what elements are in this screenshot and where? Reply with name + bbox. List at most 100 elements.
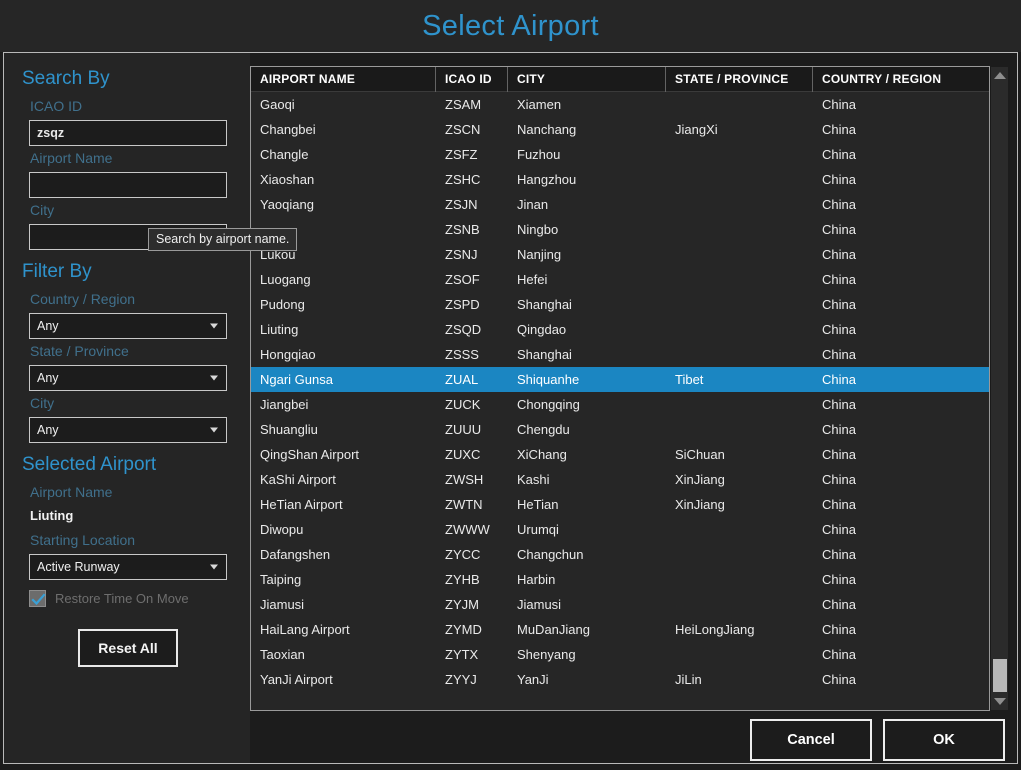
cell-state-province — [666, 92, 813, 117]
table-vertical-scrollbar[interactable] — [990, 67, 1008, 710]
scroll-up-button[interactable] — [991, 67, 1009, 84]
column-header-state-province[interactable]: STATE / PROVINCE — [666, 67, 813, 92]
state-province-value: Any — [37, 371, 59, 385]
cell-city: MuDanJiang — [508, 617, 666, 642]
table-row[interactable]: JiamusiZYJMJiamusiChina — [251, 592, 989, 617]
cell-airport-name: Shuangliu — [251, 417, 436, 442]
table-row[interactable]: LiutingZSQDQingdao China — [251, 317, 989, 342]
cell-airport-name: Changbei — [251, 117, 436, 142]
dialog-content-panel: Search By ICAO ID zsqz Airport Name City… — [3, 52, 1018, 764]
cell-airport-name: Pudong — [251, 292, 436, 317]
table-row[interactable]: HeTian AirportZWTNHeTianXinJiangChina — [251, 492, 989, 517]
select-airport-dialog: Select Airport Search By ICAO ID zsqz Ai… — [0, 0, 1021, 770]
cell-country-region: China — [813, 667, 973, 692]
cell-country-region: China — [813, 317, 973, 342]
cell-country-region: China — [813, 217, 973, 242]
cell-country-region: China — [813, 542, 973, 567]
reset-all-button[interactable]: Reset All — [78, 629, 178, 667]
table-row[interactable]: HongqiaoZSSSShanghaiChina — [251, 342, 989, 367]
chevron-down-icon — [210, 428, 218, 433]
table-row[interactable]: QingShan AirportZUXCXiChangSiChuanChina — [251, 442, 989, 467]
state-province-select[interactable]: Any — [29, 365, 227, 391]
cell-city: HeTian — [508, 492, 666, 517]
cell-icao-id: ZSNB — [436, 217, 508, 242]
cell-country-region: China — [813, 417, 973, 442]
cell-state-province: XinJiang — [666, 492, 813, 517]
table-row[interactable]: TaipingZYHBHarbinChina — [251, 567, 989, 592]
cell-airport-name: Changle — [251, 142, 436, 167]
restore-time-checkbox[interactable] — [29, 590, 46, 607]
cell-state-province — [666, 592, 813, 617]
cell-icao-id: ZSPD — [436, 292, 508, 317]
cell-city: YanJi — [508, 667, 666, 692]
table-row[interactable]: DiwopuZWWWUrumqiChina — [251, 517, 989, 542]
cell-state-province: Tibet — [666, 367, 813, 392]
table-row[interactable]: ZSNBNingboChina — [251, 217, 989, 242]
column-header-country-region[interactable]: COUNTRY / REGION — [813, 67, 973, 92]
table-row[interactable]: TaoxianZYTXShenyangChina — [251, 642, 989, 667]
restore-time-on-move-row[interactable]: Restore Time On Move — [29, 590, 250, 607]
table-row[interactable]: DafangshenZYCCChangchunChina — [251, 542, 989, 567]
cell-airport-name: Hongqiao — [251, 342, 436, 367]
cell-icao-id: ZUUU — [436, 417, 508, 442]
country-region-select[interactable]: Any — [29, 313, 227, 339]
cell-airport-name: Xiaoshan — [251, 167, 436, 192]
table-row[interactable]: ShuangliuZUUUChengdu China — [251, 417, 989, 442]
restore-time-label: Restore Time On Move — [55, 591, 189, 606]
scroll-down-button[interactable] — [991, 693, 1009, 710]
table-row[interactable]: Ngari GunsaZUALShiquanheTibetChina — [251, 367, 989, 392]
column-header-icao-id[interactable]: ICAO ID — [436, 67, 508, 92]
cell-airport-name: Liuting — [251, 317, 436, 342]
cell-state-province — [666, 517, 813, 542]
cell-country-region: China — [813, 342, 973, 367]
cell-city: Shanghai — [508, 292, 666, 317]
table-row[interactable]: KaShi AirportZWSHKashiXinJiangChina — [251, 467, 989, 492]
cell-icao-id: ZYCC — [436, 542, 508, 567]
table-row[interactable]: GaoqiZSAMXiamenChina — [251, 92, 989, 117]
cell-state-province — [666, 642, 813, 667]
column-header-city[interactable]: CITY — [508, 67, 666, 92]
table-row[interactable]: HaiLang AirportZYMDMuDanJiangHeiLongJian… — [251, 617, 989, 642]
table-row[interactable]: YaoqiangZSJNJinanChina — [251, 192, 989, 217]
cell-icao-id: ZSQD — [436, 317, 508, 342]
icao-id-input[interactable]: zsqz — [29, 120, 227, 146]
cell-country-region: China — [813, 492, 973, 517]
cell-city: Shanghai — [508, 342, 666, 367]
cell-state-province — [666, 267, 813, 292]
starting-location-select[interactable]: Active Runway — [29, 554, 227, 580]
cell-state-province: JiLin — [666, 667, 813, 692]
check-icon — [31, 592, 46, 607]
table-row[interactable]: YanJi AirportZYYJYanJiJiLinChina — [251, 667, 989, 692]
cell-airport-name: KaShi Airport — [251, 467, 436, 492]
table-row[interactable]: LuogangZSOFHefeiChina — [251, 267, 989, 292]
cell-city: Qingdao — [508, 317, 666, 342]
cell-city: Urumqi — [508, 517, 666, 542]
selected-airport-name-label: Airport Name — [4, 480, 250, 504]
ok-button[interactable]: OK — [883, 719, 1005, 761]
table-body: GaoqiZSAMXiamenChinaChangbeiZSCNNanchang… — [251, 92, 989, 692]
table-row[interactable]: LukouZSNJNanjingChina — [251, 242, 989, 267]
cell-state-province: HeiLongJiang — [666, 617, 813, 642]
page-title: Select Airport — [422, 10, 599, 43]
cell-icao-id: ZSHC — [436, 167, 508, 192]
table-row[interactable]: ChangleZSFZFuzhouChina — [251, 142, 989, 167]
column-header-airport-name[interactable]: AIRPORT NAME — [251, 67, 436, 92]
city-filter-select[interactable]: Any — [29, 417, 227, 443]
cell-icao-id: ZSNJ — [436, 242, 508, 267]
airport-name-input[interactable] — [29, 172, 227, 198]
table-row[interactable]: PudongZSPDShanghaiChina — [251, 292, 989, 317]
cell-city: Harbin — [508, 567, 666, 592]
cell-state-province — [666, 192, 813, 217]
cell-airport-name: Dafangshen — [251, 542, 436, 567]
city-filter-value: Any — [37, 423, 59, 437]
table-row[interactable]: XiaoshanZSHCHangzhouChina — [251, 167, 989, 192]
cell-city: Chengdu — [508, 417, 666, 442]
cell-country-region: China — [813, 467, 973, 492]
cancel-button[interactable]: Cancel — [750, 719, 872, 761]
country-region-value: Any — [37, 319, 59, 333]
scrollbar-thumb[interactable] — [993, 659, 1007, 692]
cell-icao-id: ZSFZ — [436, 142, 508, 167]
cell-country-region: China — [813, 367, 973, 392]
table-row[interactable]: JiangbeiZUCKChongqingChina — [251, 392, 989, 417]
table-row[interactable]: ChangbeiZSCNNanchangJiangXiChina — [251, 117, 989, 142]
